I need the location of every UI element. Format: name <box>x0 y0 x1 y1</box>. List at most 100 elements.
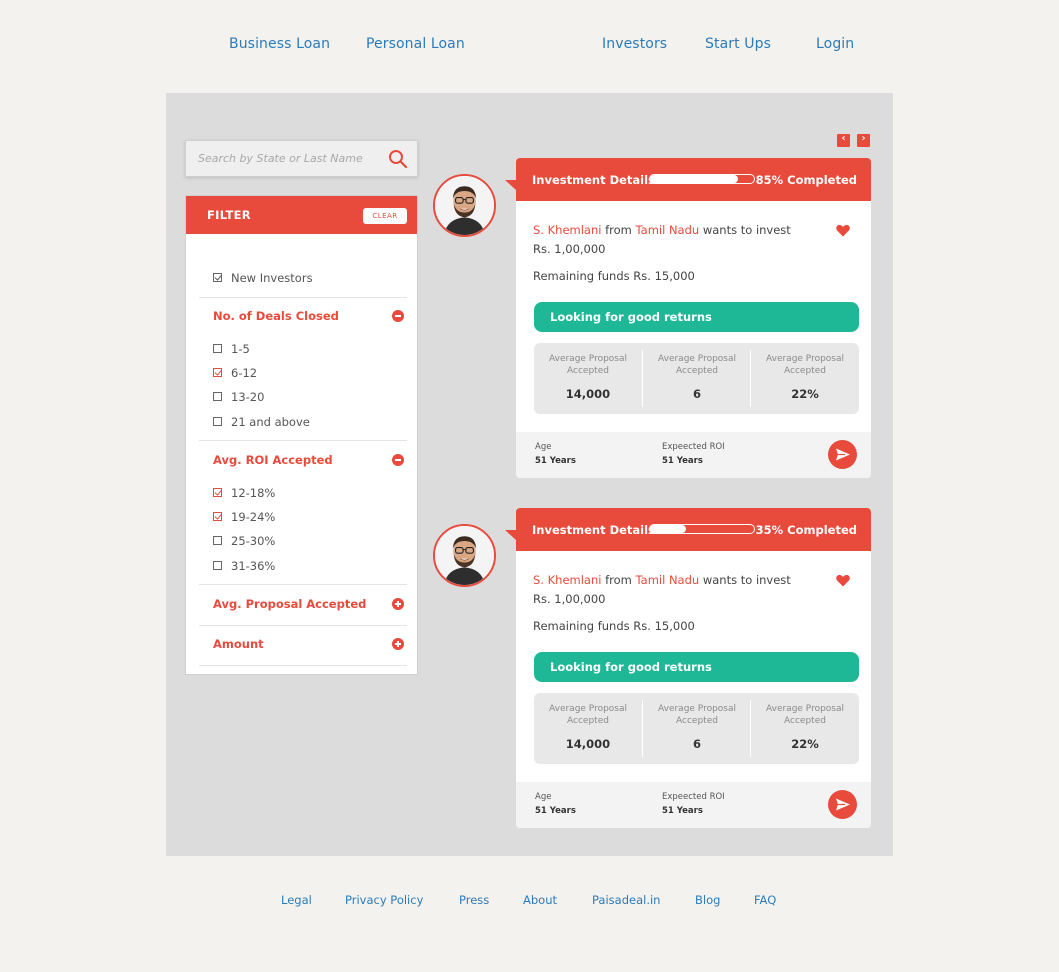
nav-investors[interactable]: Investors <box>602 36 667 52</box>
collapse-icon[interactable] <box>392 454 404 466</box>
new-investors-label: New Investors <box>231 271 313 285</box>
roi-option-checkbox[interactable] <box>213 561 222 570</box>
roi-option-label: 12-18% <box>231 486 276 500</box>
avatar[interactable] <box>433 174 496 237</box>
stat-label: Average Proposal Accepted <box>657 704 737 726</box>
send-icon <box>836 798 850 811</box>
deals-option-checkbox[interactable] <box>213 368 222 377</box>
footer-privacy-policy[interactable]: Privacy Policy <box>345 893 423 907</box>
investor-photo <box>435 176 494 235</box>
footer-blog[interactable]: Blog <box>695 893 720 907</box>
progress-bar <box>649 174 755 184</box>
stat-cell: Average Proposal Accepted 22% <box>751 693 859 764</box>
footer-press[interactable]: Press <box>459 893 489 907</box>
stat-label: Average Proposal Accepted <box>657 354 737 376</box>
section-amount[interactable]: Amount <box>213 637 264 651</box>
age-value: 51 Years <box>535 456 576 466</box>
investor-summary: S. Khemlani from Tamil Nadu wants to inv… <box>533 223 791 237</box>
stat-cell: Average Proposal Accepted 14,000 <box>534 693 642 764</box>
stat-cell: Average Proposal Accepted 14,000 <box>534 343 642 414</box>
nav-personal-loan[interactable]: Personal Loan <box>366 36 465 52</box>
send-button[interactable] <box>828 440 857 469</box>
divider <box>199 625 407 626</box>
remaining-funds: Remaining funds Rs. 15,000 <box>533 619 695 633</box>
footer-legal[interactable]: Legal <box>281 893 312 907</box>
section-roi-accepted[interactable]: Avg. ROI Accepted <box>213 453 333 467</box>
top-nav: Business Loan Personal Loan Investors St… <box>0 36 1059 58</box>
footer-nav: Legal Privacy Policy Press About Paisade… <box>0 893 1059 911</box>
card-footer: Age 51 Years Expeected ROI 51 Years <box>516 432 871 478</box>
roi-option-label: 25-30% <box>231 534 276 548</box>
nav-start-ups[interactable]: Start Ups <box>705 36 771 52</box>
search-placeholder: Search by State or Last Name <box>198 152 363 165</box>
investor-state[interactable]: Tamil Nadu <box>636 573 700 587</box>
progress-label: 35% Completed <box>755 523 857 537</box>
heart-icon[interactable] <box>836 224 850 237</box>
new-investors-checkbox[interactable] <box>213 273 222 282</box>
investor-photo <box>435 526 494 585</box>
deals-option-checkbox[interactable] <box>213 344 222 353</box>
roi-value: 51 Years <box>662 806 703 816</box>
nav-business-loan[interactable]: Business Loan <box>229 36 330 52</box>
stat-value: 22% <box>791 737 819 751</box>
roi-label: Expeected ROI <box>662 792 725 802</box>
investor-card[interactable]: Investment Details 35% Completed S. Khem… <box>505 508 871 828</box>
action-text: wants to invest <box>702 223 791 237</box>
collapse-icon[interactable] <box>392 310 404 322</box>
section-proposal-accepted[interactable]: Avg. Proposal Accepted <box>213 597 366 611</box>
roi-option-checkbox[interactable] <box>213 488 222 497</box>
section-deals-closed[interactable]: No. of Deals Closed <box>213 309 339 323</box>
expand-icon[interactable] <box>392 598 404 610</box>
footer-about[interactable]: About <box>523 893 557 907</box>
stat-label: Average Proposal Accepted <box>548 704 628 726</box>
deals-option-label: 13-20 <box>231 390 265 404</box>
divider <box>199 440 407 441</box>
deals-option-checkbox[interactable] <box>213 392 222 401</box>
footer-paisadeal[interactable]: Paisadeal.in <box>592 893 660 907</box>
deals-option-checkbox[interactable] <box>213 417 222 426</box>
tagline-badge: Looking for good returns <box>534 302 859 332</box>
progress-fill <box>650 175 739 183</box>
clear-button[interactable]: CLEAR <box>363 208 407 224</box>
tagline-text: Looking for good returns <box>550 310 712 324</box>
from-word: from <box>605 223 632 237</box>
roi-option-checkbox[interactable] <box>213 536 222 545</box>
investor-name[interactable]: S. Khemlani <box>533 573 601 587</box>
investor-state[interactable]: Tamil Nadu <box>636 223 700 237</box>
stat-label: Average Proposal Accepted <box>765 354 845 376</box>
stat-cell: Average Proposal Accepted 6 <box>643 343 751 414</box>
card-header-label: Investment Details <box>532 173 655 187</box>
next-page-button[interactable]: › <box>857 133 870 147</box>
progress-fill <box>650 525 687 533</box>
roi-option-label: 31-36% <box>231 559 276 573</box>
invest-amount: Rs. 1,00,000 <box>533 592 606 606</box>
age-label: Age <box>535 442 552 452</box>
roi-label: Expeected ROI <box>662 442 725 452</box>
heart-icon[interactable] <box>836 574 850 587</box>
roi-option-label: 19-24% <box>231 510 276 524</box>
tagline-text: Looking for good returns <box>550 660 712 674</box>
expand-icon[interactable] <box>392 638 404 650</box>
investor-card[interactable]: Investment Details 85% Completed S. Khem… <box>505 158 871 478</box>
deals-option-label: 1-5 <box>231 342 250 356</box>
stat-cell: Average Proposal Accepted 22% <box>751 343 859 414</box>
avatar[interactable] <box>433 524 496 587</box>
stat-label: Average Proposal Accepted <box>548 354 628 376</box>
investor-name[interactable]: S. Khemlani <box>533 223 601 237</box>
stat-value: 6 <box>692 737 701 751</box>
footer-faq[interactable]: FAQ <box>754 893 776 907</box>
send-icon <box>836 448 850 461</box>
stat-value: 14,000 <box>565 737 611 751</box>
search-input[interactable]: Search by State or Last Name <box>185 140 418 177</box>
card-header: Investment Details 85% Completed <box>505 158 871 201</box>
stats-box: Average Proposal Accepted 14,000 Average… <box>534 343 859 414</box>
send-button[interactable] <box>828 790 857 819</box>
age-value: 51 Years <box>535 806 576 816</box>
nav-login[interactable]: Login <box>816 36 854 52</box>
search-icon[interactable] <box>388 149 408 169</box>
prev-page-button[interactable]: ‹ <box>837 133 850 147</box>
stat-value: 22% <box>791 387 819 401</box>
tagline-badge: Looking for good returns <box>534 652 859 682</box>
divider <box>199 584 407 585</box>
roi-option-checkbox[interactable] <box>213 512 222 521</box>
